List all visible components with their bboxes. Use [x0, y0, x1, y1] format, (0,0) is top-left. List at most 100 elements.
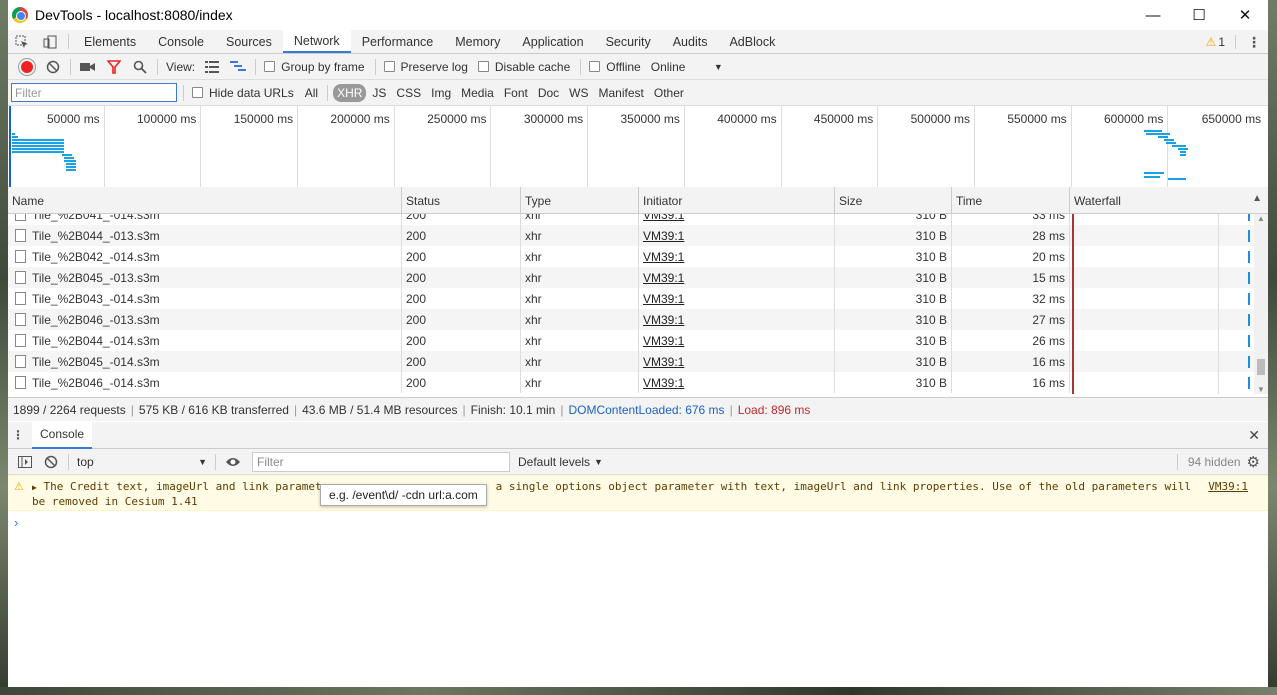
filter-type-css[interactable]: CSS: [392, 84, 425, 102]
table-scrollbar[interactable]: ▲ ▼: [1254, 214, 1268, 394]
clear-button[interactable]: [40, 54, 66, 80]
request-initiator-cell[interactable]: VM39:1: [639, 267, 835, 288]
request-initiator-cell-text[interactable]: VM39:1: [643, 376, 684, 390]
console-settings-gear-icon[interactable]: ⚙: [1247, 453, 1260, 471]
table-row[interactable]: Tile_%2B046_-014.s3m 200 xhr VM39:1 310 B 16 …: [8, 372, 1254, 393]
request-initiator-cell[interactable]: VM39:1: [639, 246, 835, 267]
table-row[interactable]: Tile_%2B045_-014.s3m 200 xhr VM39:1 310 B 16 …: [8, 351, 1254, 372]
column-header-waterfall[interactable]: Waterfall ▲: [1070, 187, 1268, 213]
checkbox-box[interactable]: [477, 61, 489, 72]
maximize-button[interactable]: ☐: [1176, 0, 1222, 30]
warning-source-link[interactable]: VM39:1: [1208, 480, 1248, 494]
column-header-time[interactable]: Time: [952, 187, 1070, 213]
tab-memory[interactable]: Memory: [444, 30, 511, 53]
filter-type-media[interactable]: Media: [457, 84, 498, 102]
column-header-name[interactable]: Name: [8, 187, 402, 213]
filter-type-xhr[interactable]: XHR: [333, 83, 367, 102]
clear-console-button[interactable]: [38, 449, 64, 475]
close-button[interactable]: ✕: [1222, 0, 1268, 30]
request-initiator-cell-text[interactable]: VM39:1: [643, 229, 684, 243]
request-initiator-cell[interactable]: VM39:1: [639, 225, 835, 246]
request-initiator-cell-text[interactable]: VM39:1: [643, 313, 684, 327]
minimize-button[interactable]: —: [1130, 0, 1176, 30]
live-expression-button[interactable]: [220, 449, 246, 475]
request-initiator-cell[interactable]: VM39:1: [639, 330, 835, 351]
table-row[interactable]: Tile_%2B042_-014.s3m 200 xhr VM39:1 310 B 20 …: [8, 246, 1254, 267]
checkbox-box[interactable]: [264, 61, 276, 72]
show-overview-button[interactable]: [225, 54, 251, 80]
column-header-initiator[interactable]: Initiator: [639, 187, 835, 213]
record-button[interactable]: [14, 54, 40, 80]
capture-screenshots-button[interactable]: [75, 54, 101, 80]
drawer-tab-console[interactable]: Console: [32, 421, 93, 449]
request-initiator-cell[interactable]: VM39:1: [639, 309, 835, 330]
request-initiator-cell[interactable]: VM39:1: [639, 214, 835, 225]
drawer-menu-icon[interactable]: ⋮: [8, 428, 28, 442]
context-selector[interactable]: top ▼: [73, 452, 211, 472]
large-rows-button[interactable]: [199, 54, 225, 80]
request-initiator-cell[interactable]: VM39:1: [639, 351, 835, 372]
tab-network[interactable]: Network: [282, 30, 351, 53]
request-initiator-cell[interactable]: VM39:1: [639, 372, 835, 393]
console-warning-message[interactable]: ⚠ ▶ The Credit text, imageUrl and link p…: [8, 475, 1268, 511]
tab-audits[interactable]: Audits: [662, 30, 719, 53]
filter-type-doc[interactable]: Doc: [534, 84, 563, 102]
filter-type-other[interactable]: Other: [650, 84, 688, 102]
table-row[interactable]: Tile_%2B044_-014.s3m 200 xhr VM39:1 310 B 26 …: [8, 330, 1254, 351]
filter-type-font[interactable]: Font: [500, 84, 532, 102]
table-row[interactable]: Tile_%2B043_-014.s3m 200 xhr VM39:1 310 B 32 …: [8, 288, 1254, 309]
checkbox-box[interactable]: [383, 61, 395, 72]
disable-cache-checkbox[interactable]: Disable cache: [474, 60, 570, 74]
checkbox-box[interactable]: [589, 61, 601, 72]
column-header-status[interactable]: Status: [402, 187, 521, 213]
warnings-counter[interactable]: ⚠ 1: [1200, 35, 1231, 49]
show-console-sidebar-button[interactable]: [12, 449, 38, 475]
request-initiator-cell-text[interactable]: VM39:1: [643, 355, 684, 369]
close-drawer-icon[interactable]: ✕: [1248, 427, 1260, 444]
request-initiator-cell[interactable]: VM39:1: [639, 288, 835, 309]
device-toolbar-icon[interactable]: [36, 30, 64, 53]
table-row[interactable]: Tile_%2B041_-014.s3m 200 xhr VM39:1 310 B 33 …: [8, 214, 1254, 225]
checkbox-box[interactable]: [192, 87, 203, 98]
expand-arrow-icon[interactable]: ▶: [32, 483, 37, 492]
tab-elements[interactable]: Elements: [73, 30, 147, 53]
timeline-overview[interactable]: 50000 ms 100000 ms 150000 ms 200000 ms 25000…: [8, 106, 1268, 188]
filter-type-all[interactable]: All: [301, 84, 322, 102]
column-header-size[interactable]: Size: [835, 187, 952, 213]
request-initiator-cell-text[interactable]: VM39:1: [643, 250, 684, 264]
table-row[interactable]: Tile_%2B044_-013.s3m 200 xhr VM39:1 310 B 28 …: [8, 225, 1254, 246]
column-header-type[interactable]: Type: [521, 187, 639, 213]
request-initiator-cell-text[interactable]: VM39:1: [643, 271, 684, 285]
scrollbar-thumb[interactable]: [1257, 359, 1265, 375]
tab-security[interactable]: Security: [595, 30, 662, 53]
throttling-select[interactable]: Online ▼: [651, 60, 723, 74]
tab-performance[interactable]: Performance: [351, 30, 445, 53]
offline-checkbox[interactable]: Offline: [585, 60, 641, 74]
table-row[interactable]: Tile_%2B045_-013.s3m 200 xhr VM39:1 310 B 15 …: [8, 267, 1254, 288]
hide-data-urls-checkbox[interactable]: Hide data URLs: [188, 86, 294, 100]
request-initiator-cell-text[interactable]: VM39:1: [643, 214, 684, 222]
request-initiator-cell-text[interactable]: VM39:1: [643, 292, 684, 306]
filter-type-manifest[interactable]: Manifest: [595, 84, 648, 102]
tab-sources[interactable]: Sources: [215, 30, 283, 53]
inspect-element-icon[interactable]: [8, 30, 36, 53]
scroll-up-arrow-icon[interactable]: ▲: [1257, 214, 1265, 223]
request-initiator-cell-text[interactable]: VM39:1: [643, 334, 684, 348]
preserve-log-checkbox[interactable]: Preserve log: [380, 60, 468, 74]
tab-console[interactable]: Console: [147, 30, 215, 53]
group-by-frame-checkbox[interactable]: Group by frame: [260, 60, 365, 74]
filter-type-ws[interactable]: WS: [565, 84, 592, 102]
table-row[interactable]: Tile_%2B046_-013.s3m 200 xhr VM39:1 310 B 27 …: [8, 309, 1254, 330]
log-levels-select[interactable]: Default levels ▼: [518, 455, 603, 469]
more-menu-icon[interactable]: ⋮: [1240, 34, 1268, 51]
console-filter-input[interactable]: Filter: [252, 451, 510, 472]
filter-input[interactable]: Filter: [11, 83, 177, 102]
scroll-down-arrow-icon[interactable]: ▼: [1257, 385, 1265, 394]
tab-application[interactable]: Application: [511, 30, 594, 53]
filter-toggle-button[interactable]: [101, 54, 127, 80]
filter-type-img[interactable]: Img: [427, 84, 455, 102]
search-button[interactable]: [127, 54, 153, 80]
tab-adblock[interactable]: AdBlock: [718, 30, 786, 53]
console-prompt[interactable]: ›: [8, 511, 1268, 530]
filter-type-js[interactable]: JS: [368, 84, 390, 102]
